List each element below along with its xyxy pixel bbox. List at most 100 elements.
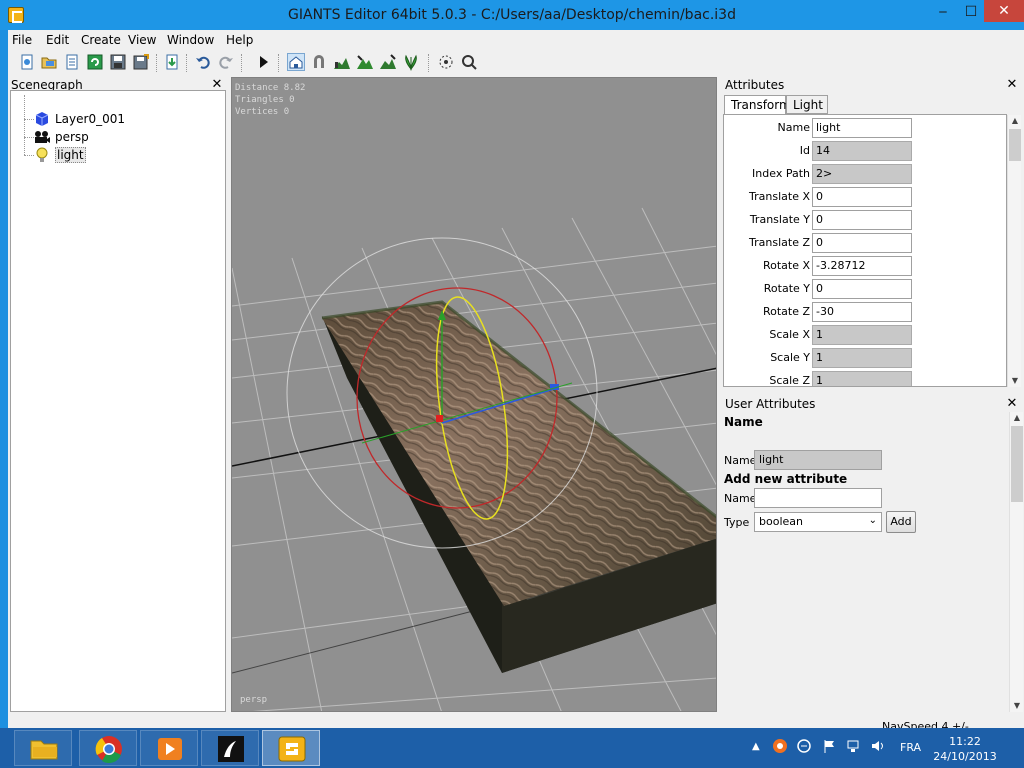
tray-bluetooth-icon[interactable] xyxy=(797,738,811,757)
editor-window: File Edit Create View Window Help Sceneg… xyxy=(8,30,1024,738)
giants-editor-icon[interactable] xyxy=(262,730,320,766)
user-attributes-scrollbar[interactable]: ▲ ▼ xyxy=(1009,412,1023,712)
scroll-down-icon[interactable]: ▼ xyxy=(1010,700,1024,712)
rotate-y-input[interactable]: 0 xyxy=(812,279,912,299)
id-value: 14 xyxy=(812,141,912,161)
translate-z-input[interactable]: 0 xyxy=(812,233,912,253)
tab-transform[interactable]: Transform xyxy=(724,95,791,115)
new-attribute-name-input[interactable] xyxy=(754,488,882,508)
field-rotate-y: Rotate Y 0 xyxy=(724,279,1004,299)
field-label: Scale Z xyxy=(769,374,810,387)
scroll-thumb[interactable] xyxy=(1009,129,1021,161)
attributes-close-button[interactable]: ✕ xyxy=(1006,78,1018,91)
tab-light[interactable]: Light xyxy=(786,95,828,114)
rotate-x-input[interactable]: -3.28712 xyxy=(812,256,912,276)
menu-view[interactable]: View xyxy=(128,33,156,47)
file-explorer-icon[interactable] xyxy=(14,730,72,766)
user-attributes-close-button[interactable]: ✕ xyxy=(1006,397,1018,410)
camera-icon xyxy=(33,129,51,148)
field-label: Rotate X xyxy=(762,259,810,272)
redo-icon[interactable] xyxy=(217,53,235,71)
name-input[interactable]: light xyxy=(812,118,912,138)
name-label: Name xyxy=(724,454,757,467)
field-translate-y: Translate Y 0 xyxy=(724,210,1004,230)
input-language-indicator[interactable]: FRA xyxy=(900,741,921,754)
name-heading: Name xyxy=(724,415,763,429)
minimize-button[interactable]: ‒ xyxy=(930,2,956,22)
foliage-icon[interactable] xyxy=(402,53,420,71)
close-button[interactable]: ✕ xyxy=(984,0,1024,22)
translate-y-input[interactable]: 0 xyxy=(812,210,912,230)
chrome-icon[interactable] xyxy=(79,730,137,766)
select-icon[interactable] xyxy=(460,53,478,71)
save-icon[interactable] xyxy=(109,53,127,71)
system-clock[interactable]: 11:22 24/10/2013 xyxy=(930,734,1000,764)
refresh-icon[interactable] xyxy=(86,53,104,71)
field-scale-z: Scale Z 1 xyxy=(724,371,1004,387)
field-label: Scale X xyxy=(769,328,810,341)
tree-node-label: persp xyxy=(55,130,89,144)
show-hidden-icons[interactable]: ▲ xyxy=(752,741,760,752)
tray-app-icon[interactable] xyxy=(772,738,788,757)
scale-y-value: 1 xyxy=(812,348,912,368)
menu-help[interactable]: Help xyxy=(226,33,253,47)
terrain-paint-alt-icon[interactable] xyxy=(379,53,397,71)
rotate-z-input[interactable]: -30 xyxy=(812,302,912,322)
tree-line xyxy=(24,119,34,120)
scenegraph-tree: Layer0_001 persp light xyxy=(10,90,226,712)
scroll-thumb[interactable] xyxy=(1011,426,1023,502)
network-icon[interactable] xyxy=(846,738,862,757)
viewport-scene xyxy=(232,207,716,711)
scroll-down-icon[interactable]: ▼ xyxy=(1008,375,1022,387)
add-attribute-button[interactable]: Add xyxy=(886,511,916,533)
magnet-icon[interactable] xyxy=(310,53,328,71)
inkscape-icon[interactable] xyxy=(201,730,259,766)
home-icon[interactable] xyxy=(287,53,305,71)
lightbulb-icon xyxy=(35,147,49,166)
open-icon[interactable] xyxy=(40,53,58,71)
menu-window[interactable]: Window xyxy=(167,33,214,47)
import-icon[interactable] xyxy=(163,53,181,71)
3d-viewport[interactable]: Distance 8.82 Triangles 0 Vertices 0 per… xyxy=(231,77,717,712)
attributes-panel: Attributes ✕ Transform Light Name light … xyxy=(722,77,1024,390)
media-player-icon[interactable] xyxy=(140,730,198,766)
scroll-up-icon[interactable]: ▲ xyxy=(1010,412,1024,424)
scroll-up-icon[interactable]: ▲ xyxy=(1008,115,1022,127)
menu-create[interactable]: Create xyxy=(81,33,121,47)
terrain-icon[interactable] xyxy=(333,53,351,71)
scale-z-value: 1 xyxy=(812,371,912,386)
menu-file[interactable]: File xyxy=(12,33,32,47)
field-rotate-x: Rotate X -3.28712 xyxy=(724,256,1004,276)
new-icon[interactable] xyxy=(18,53,36,71)
toolbar-separator xyxy=(156,54,157,72)
volume-icon[interactable] xyxy=(870,738,886,757)
script-icon[interactable] xyxy=(63,53,81,71)
particles-icon[interactable] xyxy=(437,53,455,71)
stat-vertices: Vertices 0 xyxy=(235,107,290,117)
terrain-paint-icon[interactable] xyxy=(356,53,374,71)
tree-line xyxy=(24,155,34,156)
attribute-type-select[interactable]: boolean ⌄ xyxy=(754,512,882,532)
attributes-scrollbar[interactable]: ▲ ▼ xyxy=(1007,115,1021,387)
stat-triangles: Triangles 0 xyxy=(235,95,295,105)
scale-x-value: 1 xyxy=(812,325,912,345)
action-center-flag-icon[interactable] xyxy=(822,738,836,757)
undo-icon[interactable] xyxy=(194,53,212,71)
translate-x-input[interactable]: 0 xyxy=(812,187,912,207)
toolbar-separator xyxy=(241,54,242,72)
field-label: Translate Y xyxy=(749,213,810,226)
windows-taskbar: ▲ FRA 11:22 24/10/2013 xyxy=(0,728,1024,768)
attribute-type-value: boolean xyxy=(759,515,803,528)
tree-node-label: light xyxy=(55,147,86,163)
tree-line xyxy=(24,95,25,155)
transform-fields: Name light Id 14 Index Path 2> Translate… xyxy=(723,114,1007,387)
play-icon[interactable] xyxy=(254,53,272,71)
save-as-icon[interactable] xyxy=(132,53,150,71)
add-attribute-heading: Add new attribute xyxy=(724,472,848,486)
new-name-label: Name xyxy=(724,492,757,505)
maximize-button[interactable]: ☐ xyxy=(958,2,984,22)
type-label: Type xyxy=(724,516,750,529)
field-scale-y: Scale Y 1 xyxy=(724,348,1004,368)
field-scale-x: Scale X 1 xyxy=(724,325,1004,345)
menu-edit[interactable]: Edit xyxy=(46,33,69,47)
